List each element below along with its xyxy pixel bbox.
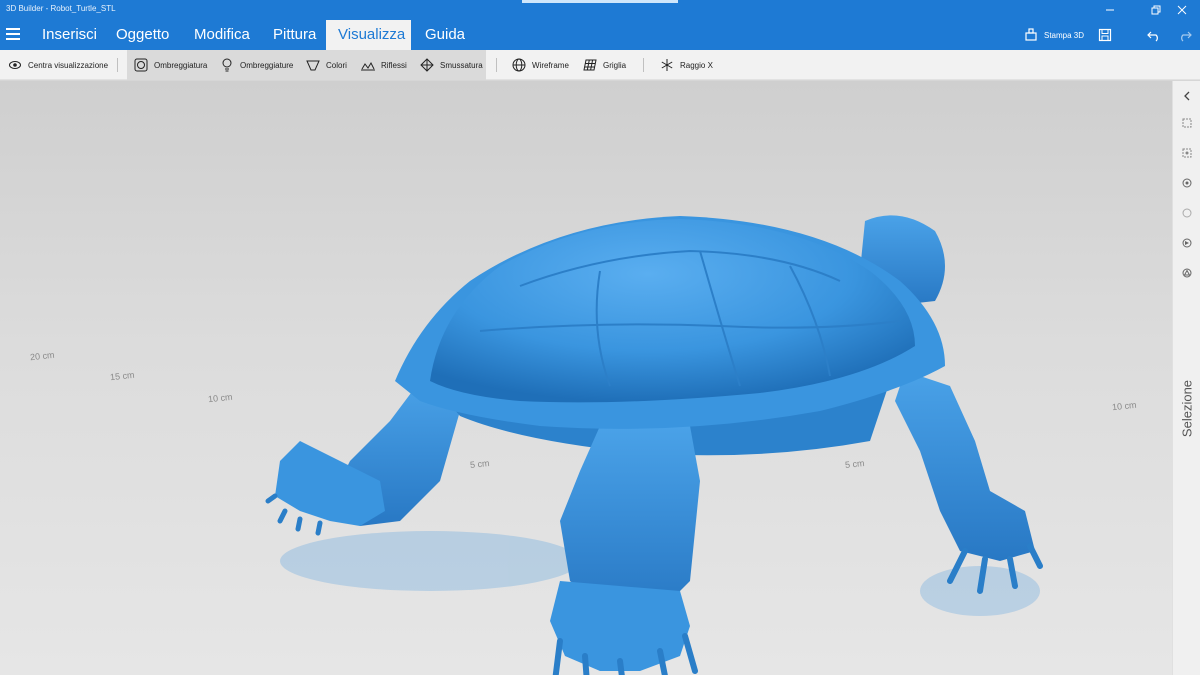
smoothing-icon (420, 58, 434, 72)
colors-label: Colori (326, 60, 347, 70)
ribbon-toolbar: Centra visualizzazione Ombreggiatura Omb… (0, 50, 1200, 80)
tab-oggetto[interactable]: Oggetto (104, 20, 181, 50)
reflections-icon (361, 58, 375, 72)
undo-icon (1147, 31, 1158, 42)
minimize-button[interactable] (1092, 0, 1128, 20)
wireframe-label: Wireframe (532, 60, 569, 70)
tab-guida[interactable]: Guida (413, 20, 477, 50)
smoothing-label: Smussatura (440, 60, 483, 70)
wireframe-button[interactable]: Wireframe (512, 50, 569, 80)
window-title: 3D Builder - Robot_Turtle_STL (6, 4, 116, 13)
restore-icon (1151, 5, 1161, 15)
turtle-shell (430, 219, 915, 403)
select-triangles-icon[interactable] (1180, 266, 1194, 280)
eye-icon (8, 58, 22, 72)
selection-side-panel: Selezione (1172, 81, 1200, 675)
collapse-panel-chevron-icon[interactable] (1180, 89, 1194, 103)
center-view-button[interactable]: Centra visualizzazione (8, 50, 108, 80)
ribbon-divider (643, 58, 644, 72)
print-3d-label: Stampa 3D (1044, 30, 1085, 40)
undo-button[interactable] (1147, 25, 1161, 45)
print-3d-button[interactable]: Stampa 3D (1024, 25, 1084, 45)
redo-icon (1181, 31, 1192, 42)
select-mesh-icon[interactable] (1180, 176, 1194, 190)
grid-label: Griglia (603, 60, 627, 70)
close-icon (1177, 5, 1187, 15)
minimize-icon (1106, 9, 1114, 11)
tab-modifica[interactable]: Modifica (182, 20, 262, 50)
close-button[interactable] (1164, 0, 1200, 20)
save-icon (1098, 28, 1112, 42)
title-highlight-strip (522, 0, 678, 3)
reflections-label: Riflessi (381, 60, 407, 70)
tab-visualizza[interactable]: Visualizza (326, 20, 411, 50)
shading-icon (134, 58, 148, 72)
turtle-model[interactable] (0, 81, 1172, 675)
tab-pittura[interactable]: Pittura (261, 20, 328, 50)
shading-label: Ombreggiatura (154, 60, 208, 70)
printer-3d-icon (1025, 28, 1037, 41)
menu-bar: Inserisci Oggetto Modifica Pittura Visua… (0, 20, 1200, 50)
lightbulb-icon (220, 58, 234, 72)
xray-star-icon (660, 58, 674, 72)
selection-label: Selezione (1179, 379, 1195, 438)
tab-inserisci[interactable]: Inserisci (30, 20, 109, 50)
select-group-icon[interactable] (1180, 146, 1194, 160)
globe-icon (512, 58, 526, 72)
grid-button[interactable]: Griglia (583, 50, 626, 80)
ribbon-divider (496, 58, 497, 72)
shadows-button[interactable]: Ombreggiature (220, 50, 293, 80)
right-leg (895, 371, 1035, 561)
grid-icon (583, 58, 597, 72)
shading-button[interactable]: Ombreggiatura (134, 50, 207, 80)
save-button[interactable] (1098, 25, 1112, 45)
center-view-label: Centra visualizzazione (28, 60, 109, 70)
xray-label: Raggio X (680, 60, 713, 70)
redo-button[interactable] (1178, 25, 1192, 45)
select-object-icon[interactable] (1180, 116, 1194, 130)
smoothing-button[interactable]: Smussatura (420, 50, 483, 80)
shadows-label: Ombreggiature (240, 60, 294, 70)
colors-button[interactable]: Colori (306, 50, 347, 80)
ribbon-divider (117, 58, 118, 72)
paint-bucket-icon (306, 58, 320, 72)
selection-panel-title: Selezione (1174, 371, 1200, 451)
select-none-icon[interactable] (1180, 206, 1194, 220)
3d-viewport[interactable]: 20 cm 15 cm 10 cm 5 cm 5 cm 10 cm (0, 81, 1172, 675)
title-bar: 3D Builder - Robot_Turtle_STL (0, 0, 1200, 20)
reflections-button[interactable]: Riflessi (361, 50, 407, 80)
select-faces-icon[interactable] (1180, 236, 1194, 250)
hamburger-menu-icon[interactable] (6, 28, 20, 42)
xray-button[interactable]: Raggio X (660, 50, 713, 80)
